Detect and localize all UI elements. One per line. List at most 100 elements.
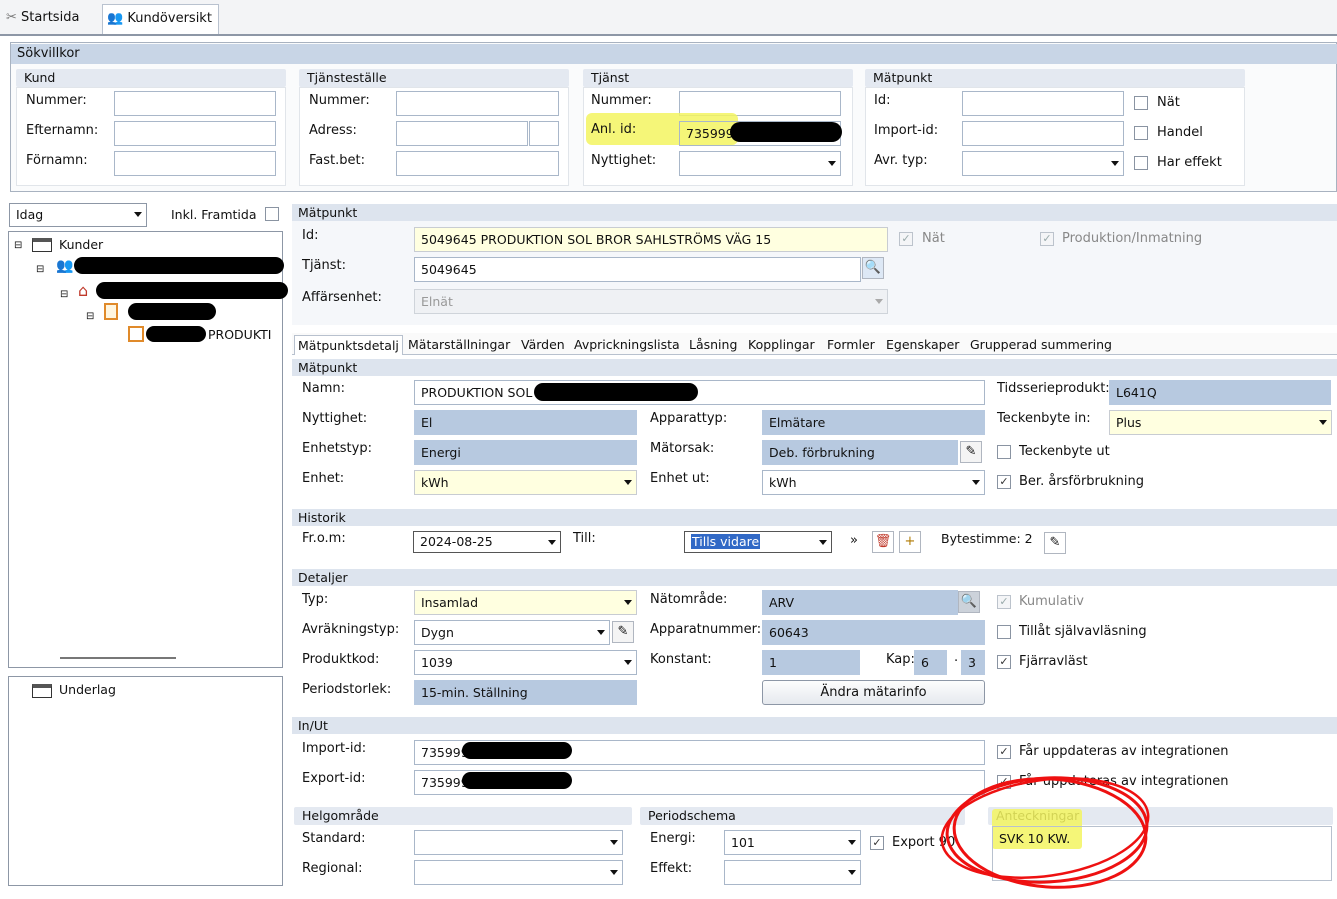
bytestimme-label: Bytestimme: 2 [941, 531, 1033, 546]
tillat-sjalvavlasning-checkbox[interactable] [997, 625, 1011, 639]
tab-kundoversikt[interactable]: 👥 Kundöversikt [102, 4, 219, 34]
tab-startsida-label: Startsida [21, 10, 80, 25]
effekt-checkbox[interactable] [1134, 156, 1148, 170]
tree-expander[interactable]: ⊟ [60, 287, 68, 303]
tjs-adress-nr-input[interactable] [529, 121, 559, 146]
ber-arsforbrukning-checkbox[interactable] [997, 475, 1011, 489]
enhet-ut-select[interactable]: kWh [762, 470, 985, 495]
underlag-tree [8, 676, 283, 886]
enhet-select[interactable]: kWh [414, 470, 637, 495]
tab-lasning[interactable]: Låsning [686, 335, 740, 355]
edit-icon[interactable]: ✎ [1044, 532, 1066, 554]
periodschema-header: Periodschema [640, 807, 965, 825]
tab-matpunktsdetalj[interactable]: Mätpunktsdetalj [294, 335, 403, 355]
far-uppdateras-import-checkbox[interactable] [997, 745, 1011, 759]
search-title: Sökvillkor [11, 44, 1337, 64]
mp-tjanst-input[interactable]: 5049645 [414, 257, 861, 282]
tab-grupperad-summering[interactable]: Grupperad summering [967, 335, 1115, 355]
handel-checkbox-label: Handel [1157, 125, 1203, 140]
helg-regional-select[interactable] [414, 860, 623, 885]
tree-expander[interactable]: ⊟ [36, 262, 44, 278]
tjanst-nyttighet-select[interactable] [679, 151, 841, 176]
matorsak-field: Deb. förbrukning [762, 440, 958, 465]
mp-affars-select[interactable]: Elnät [414, 289, 888, 314]
tjs-nummer-label: Nummer: [309, 93, 370, 108]
period-select[interactable]: Idag [9, 203, 147, 227]
add-icon[interactable]: + [899, 531, 921, 553]
kap-field-2: 3 [961, 650, 985, 675]
splitter-line[interactable] [60, 657, 176, 659]
handel-checkbox[interactable] [1134, 126, 1148, 140]
mp-id-input[interactable]: 5049645 PRODUKTION SOL BROR SAHLSTRÖMS V… [414, 227, 888, 252]
till-date-select[interactable]: Tills vidare [684, 531, 832, 553]
helg-standard-select[interactable] [414, 830, 623, 855]
mp-search-avrtyp-label: Avr. typ: [874, 153, 928, 168]
tab-startsida[interactable]: ✂ Startsida [6, 6, 79, 30]
avrakningstyp-value: Dygn [421, 625, 454, 640]
tjs-adress-input[interactable] [396, 121, 528, 146]
expand-down-icon[interactable]: » [843, 531, 865, 553]
tree-expander[interactable]: ⊟ [14, 238, 22, 254]
tab-egenskaper[interactable]: Egenskaper [883, 335, 962, 355]
tjs-nummer-input[interactable] [396, 91, 559, 116]
helg-standard-label: Standard: [302, 831, 366, 846]
enhet-ut-value: kWh [769, 475, 797, 490]
customer-icon: 👥 [56, 258, 74, 274]
mp-search-avrtyp-select[interactable] [962, 151, 1124, 176]
from-date-select[interactable]: 2024-08-25 [413, 531, 561, 553]
kund-fornamn-input[interactable] [114, 151, 276, 176]
energi-select[interactable]: 101 [724, 830, 861, 855]
produktkod-select[interactable]: 1039 [414, 650, 637, 675]
tools-icon: ✂ [6, 10, 17, 25]
fjarravlast-checkbox[interactable] [997, 655, 1011, 669]
mp-nat-checkbox[interactable] [899, 232, 913, 246]
kund-nummer-input[interactable] [114, 91, 276, 116]
export-checkbox[interactable] [870, 836, 884, 850]
kumulativ-checkbox[interactable] [997, 595, 1011, 609]
tree-expander[interactable]: ⊟ [86, 309, 94, 325]
underlag-root-label[interactable]: Underlag [59, 682, 116, 698]
meter-icon [128, 326, 144, 342]
teckenbyte-ut-checkbox[interactable] [997, 445, 1011, 459]
andra-matarinfo-button[interactable]: Ändra mätarinfo [762, 680, 985, 705]
tree-root-label[interactable]: Kunder [59, 237, 103, 253]
effekt-select[interactable] [724, 860, 861, 885]
service-icon [104, 303, 118, 320]
tab-varden[interactable]: Värden [518, 335, 568, 355]
tidsserie-value: L641Q [1116, 385, 1157, 400]
nat-checkbox[interactable] [1134, 96, 1148, 110]
search-icon[interactable]: 🔍 [958, 591, 980, 613]
delete-icon[interactable]: 🗑 [872, 531, 894, 553]
helgomrade-header: Helgområde [294, 807, 632, 825]
mp-affars-label: Affärsenhet: [302, 290, 382, 305]
tidsserie-field[interactable]: L641Q [1109, 380, 1331, 405]
mp-affars-value: Elnät [421, 294, 453, 309]
edit-icon[interactable]: ✎ [960, 441, 982, 463]
matpunkt-search-title: Mätpunkt [865, 69, 1245, 87]
kund-efternamn-input[interactable] [114, 121, 276, 146]
tab-avprickningslista[interactable]: Avprickningslista [571, 335, 683, 355]
konstant-field: 1 [762, 650, 860, 675]
inkl-framtida-checkbox[interactable] [265, 207, 279, 221]
periodstorlek-value: 15-min. Ställning [421, 685, 528, 700]
mp-produktion-checkbox[interactable] [1040, 232, 1054, 246]
mp-search-id-input[interactable] [962, 91, 1124, 116]
tjs-fastbet-input[interactable] [396, 151, 559, 176]
tjanst-nummer-label: Nummer: [591, 93, 652, 108]
effekt-checkbox-label: Har effekt [1157, 155, 1222, 170]
periodstorlek-label: Periodstorlek: [302, 682, 392, 697]
kap-separator: · [954, 654, 959, 669]
enhet-ut-label: Enhet ut: [650, 471, 710, 486]
tab-kopplingar[interactable]: Kopplingar [745, 335, 818, 355]
avrakningstyp-select[interactable]: Dygn [414, 620, 610, 645]
search-icon[interactable]: 🔍 [862, 257, 884, 279]
tab-matarstallningar[interactable]: Mätarställningar [405, 335, 513, 355]
edit-icon[interactable]: ✎ [612, 621, 634, 643]
avrakningstyp-label: Avräkningstyp: [302, 622, 400, 637]
mp-search-importid-input[interactable] [962, 121, 1124, 146]
tab-formler[interactable]: Formler [824, 335, 878, 355]
namn-input[interactable]: PRODUKTION SOL [414, 380, 985, 405]
typ-select[interactable]: Insamlad [414, 590, 637, 615]
tree-leaf-label[interactable]: PRODUKTI [208, 327, 271, 343]
teckenbyte-in-select[interactable]: Plus [1109, 410, 1332, 435]
